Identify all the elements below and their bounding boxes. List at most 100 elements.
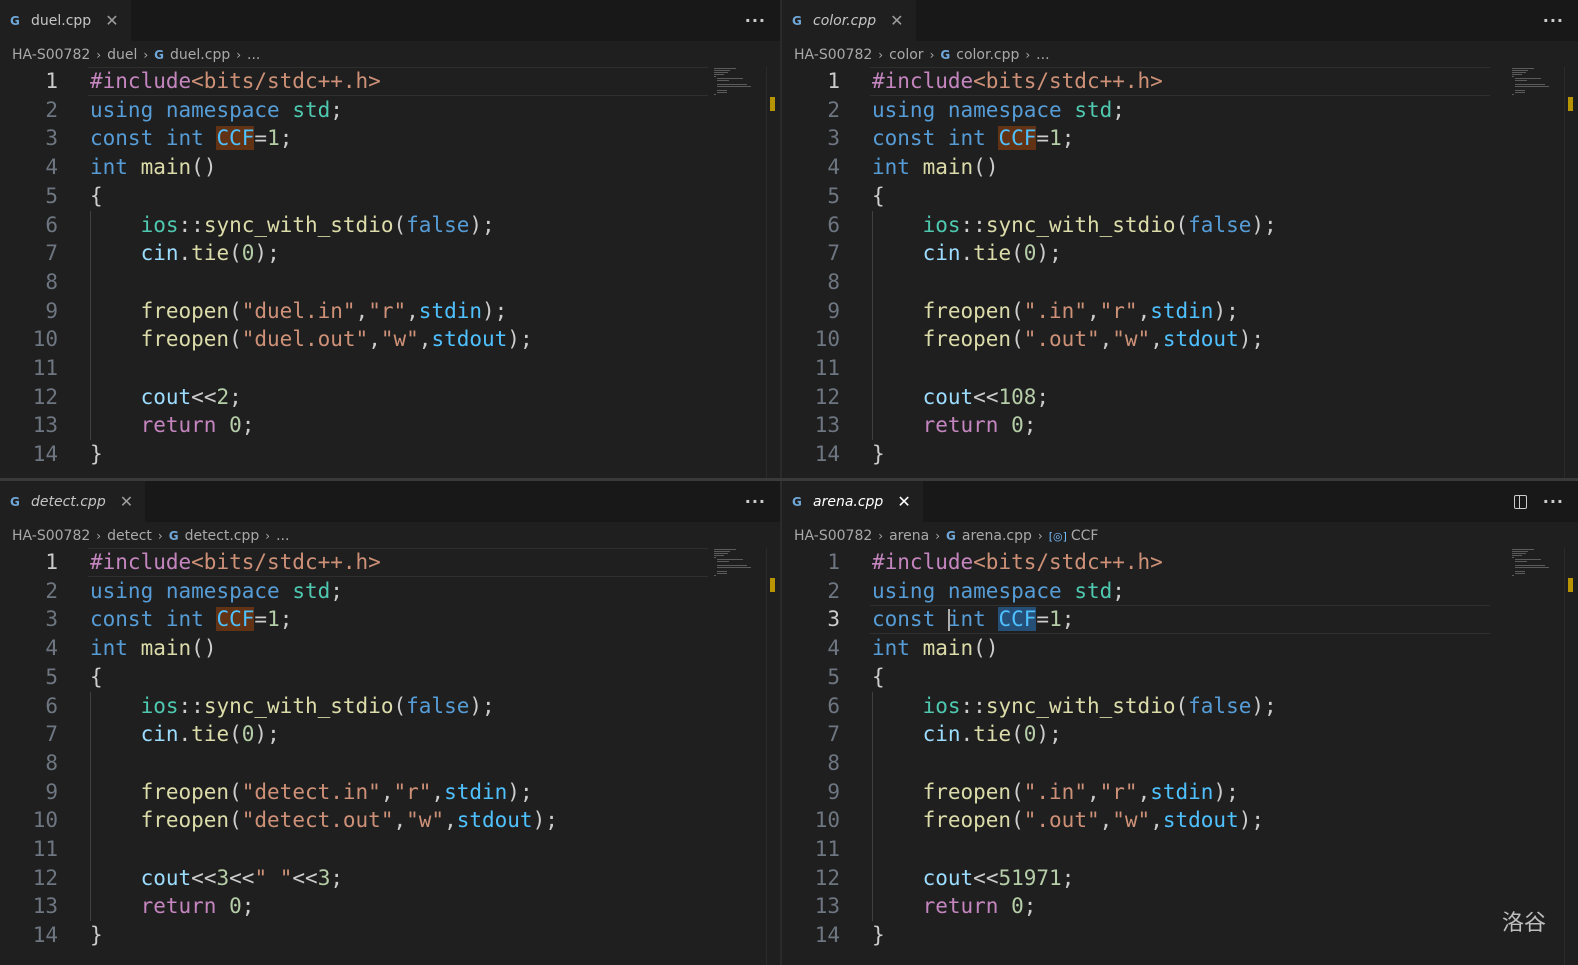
breadcrumb-item[interactable]: ...: [276, 528, 289, 544]
chevron-right-icon: ›: [157, 529, 163, 543]
vertical-sash[interactable]: [780, 0, 782, 965]
line-number: 8: [827, 269, 840, 294]
line-number: 3: [45, 607, 58, 632]
minimap[interactable]: [1512, 549, 1564, 579]
minimap-line: [1515, 567, 1549, 568]
code-text: const int CCF=1;: [90, 607, 293, 632]
line-number: 14: [32, 442, 58, 467]
editor-tab[interactable]: Gduel.cpp ✕: [0, 0, 131, 41]
editor-pane-detect[interactable]: Gdetect.cpp ✕ ··· HA-S00782 › detect › Gdetect.…: [0, 481, 780, 965]
cpp-file-icon: G: [792, 494, 802, 509]
minimap-line: [1515, 561, 1527, 562]
cpp-file-icon: G: [154, 48, 165, 62]
line-number: 9: [827, 298, 840, 323]
horizontal-sash[interactable]: [0, 478, 1578, 481]
code-text: cin.tie(0);: [922, 241, 1062, 266]
breadcrumb-item[interactable]: duel: [107, 47, 137, 63]
code-text: const int CCF=1;: [872, 607, 1075, 632]
scrollbar-marker[interactable]: [1568, 97, 1573, 111]
close-icon[interactable]: ✕: [120, 492, 133, 511]
editor-pane-color[interactable]: Gcolor.cpp ✕ ··· HA-S00782 › color › Gcolor.cpp…: [782, 0, 1578, 478]
editor-grid: Gduel.cpp ✕ ··· HA-S00782 › duel › Gduel.cpp ›..…: [0, 0, 1578, 965]
editor-pane-duel[interactable]: Gduel.cpp ✕ ··· HA-S00782 › duel › Gduel.cpp ›..…: [0, 0, 780, 478]
code-editor[interactable]: 1 #include<bits/stdc++.h> 2 using namespace…: [782, 548, 1578, 965]
breadcrumb-item[interactable]: HA-S00782: [12, 47, 90, 63]
minimap-line: [1515, 565, 1545, 566]
breadcrumb-item[interactable]: detect: [107, 528, 152, 544]
chevron-right-icon: ›: [96, 48, 102, 62]
minimap-line: [717, 78, 743, 79]
cpp-file-icon: G: [940, 48, 951, 62]
editor-tab[interactable]: Garena.cpp ✕: [782, 481, 923, 522]
code-editor[interactable]: 1 #include<bits/stdc++.h> 2 using namespace…: [782, 67, 1578, 478]
line-number: 6: [827, 693, 840, 718]
minimap[interactable]: [1512, 68, 1564, 98]
more-actions-icon[interactable]: ···: [745, 11, 766, 30]
line-number: 4: [827, 155, 840, 180]
more-actions-icon[interactable]: ···: [1543, 11, 1564, 30]
breadcrumb-item[interactable]: detect.cpp: [185, 528, 260, 544]
code-text: #include<bits/stdc++.h>: [90, 550, 381, 574]
breadcrumb-item[interactable]: color: [889, 47, 923, 63]
editor-actions: ···: [745, 481, 766, 522]
vertical-scrollbar[interactable]: [1564, 67, 1565, 478]
close-icon[interactable]: ✕: [890, 11, 903, 30]
more-actions-icon[interactable]: ···: [1543, 492, 1564, 511]
minimap-line: [714, 70, 730, 71]
code-editor[interactable]: 1 #include<bits/stdc++.h> 2 using namespace…: [0, 67, 780, 478]
scrollbar-marker[interactable]: [1568, 578, 1573, 592]
code-text: {: [90, 664, 103, 689]
variable-symbol-icon: [◎]: [1048, 529, 1067, 543]
breadcrumb-item[interactable]: HA-S00782: [794, 528, 872, 544]
more-actions-icon[interactable]: ···: [745, 492, 766, 511]
code-text: return 0;: [922, 894, 1037, 919]
breadcrumb-item[interactable]: arena.cpp: [962, 528, 1032, 544]
editor-tab[interactable]: Gdetect.cpp ✕: [0, 481, 146, 522]
minimap-line: [714, 555, 724, 556]
scrollbar-marker[interactable]: [770, 578, 775, 592]
chevron-right-icon: ›: [878, 529, 884, 543]
breadcrumb-item[interactable]: ...: [1036, 47, 1049, 63]
line-number: 10: [32, 808, 58, 833]
minimap-line: [717, 573, 727, 574]
minimap-line: [1512, 575, 1514, 576]
code-text: const int CCF=1;: [90, 126, 293, 151]
code-text: freopen("duel.out","w",stdout);: [140, 327, 533, 352]
breadcrumb-item[interactable]: HA-S00782: [794, 47, 872, 63]
vertical-scrollbar[interactable]: [766, 67, 767, 478]
breadcrumb-item[interactable]: arena: [889, 528, 929, 544]
code-text: {: [872, 664, 885, 689]
minimap[interactable]: [714, 549, 766, 579]
breadcrumb-item[interactable]: ...: [247, 47, 260, 63]
code-text: cout<<3<<" "<<3;: [140, 865, 343, 890]
line-number: 6: [827, 212, 840, 237]
code-text: }: [90, 923, 103, 948]
minimap-line: [717, 567, 751, 568]
line-number: 1: [45, 69, 58, 93]
breadcrumb: HA-S00782 › arena › Garena.cpp › [◎] CCF: [794, 525, 1098, 547]
editor-tab[interactable]: Gcolor.cpp ✕: [782, 0, 916, 41]
editor-pane-arena[interactable]: Garena.cpp ✕ ··· HA-S00782 › arena › Garena.cpp…: [782, 481, 1578, 965]
minimap-line: [1512, 94, 1514, 95]
line-number: 12: [32, 384, 58, 409]
minimap-line: [1515, 559, 1541, 560]
vertical-scrollbar[interactable]: [766, 548, 767, 965]
code-text: return 0;: [140, 413, 255, 438]
breadcrumb: HA-S00782 › detect › Gdetect.cpp ›...: [12, 525, 289, 547]
scrollbar-marker[interactable]: [770, 97, 775, 111]
minimap-line: [1515, 80, 1527, 81]
close-icon[interactable]: ✕: [897, 492, 910, 511]
tab-label: detect.cpp: [31, 493, 106, 510]
close-icon[interactable]: ✕: [105, 11, 118, 30]
breadcrumb-item[interactable]: HA-S00782: [12, 528, 90, 544]
line-number: 10: [814, 808, 840, 833]
minimap[interactable]: [714, 68, 766, 98]
code-editor[interactable]: 1 #include<bits/stdc++.h> 2 using namespace…: [0, 548, 780, 965]
vertical-scrollbar[interactable]: [1564, 548, 1565, 965]
breadcrumb-item[interactable]: CCF: [1071, 528, 1099, 544]
code-text: cout<<51971;: [922, 865, 1075, 890]
breadcrumb-item[interactable]: duel.cpp: [170, 47, 230, 63]
code-text: #include<bits/stdc++.h>: [872, 69, 1163, 93]
breadcrumb-item[interactable]: color.cpp: [956, 47, 1019, 63]
split-editor-icon[interactable]: [1513, 494, 1527, 509]
